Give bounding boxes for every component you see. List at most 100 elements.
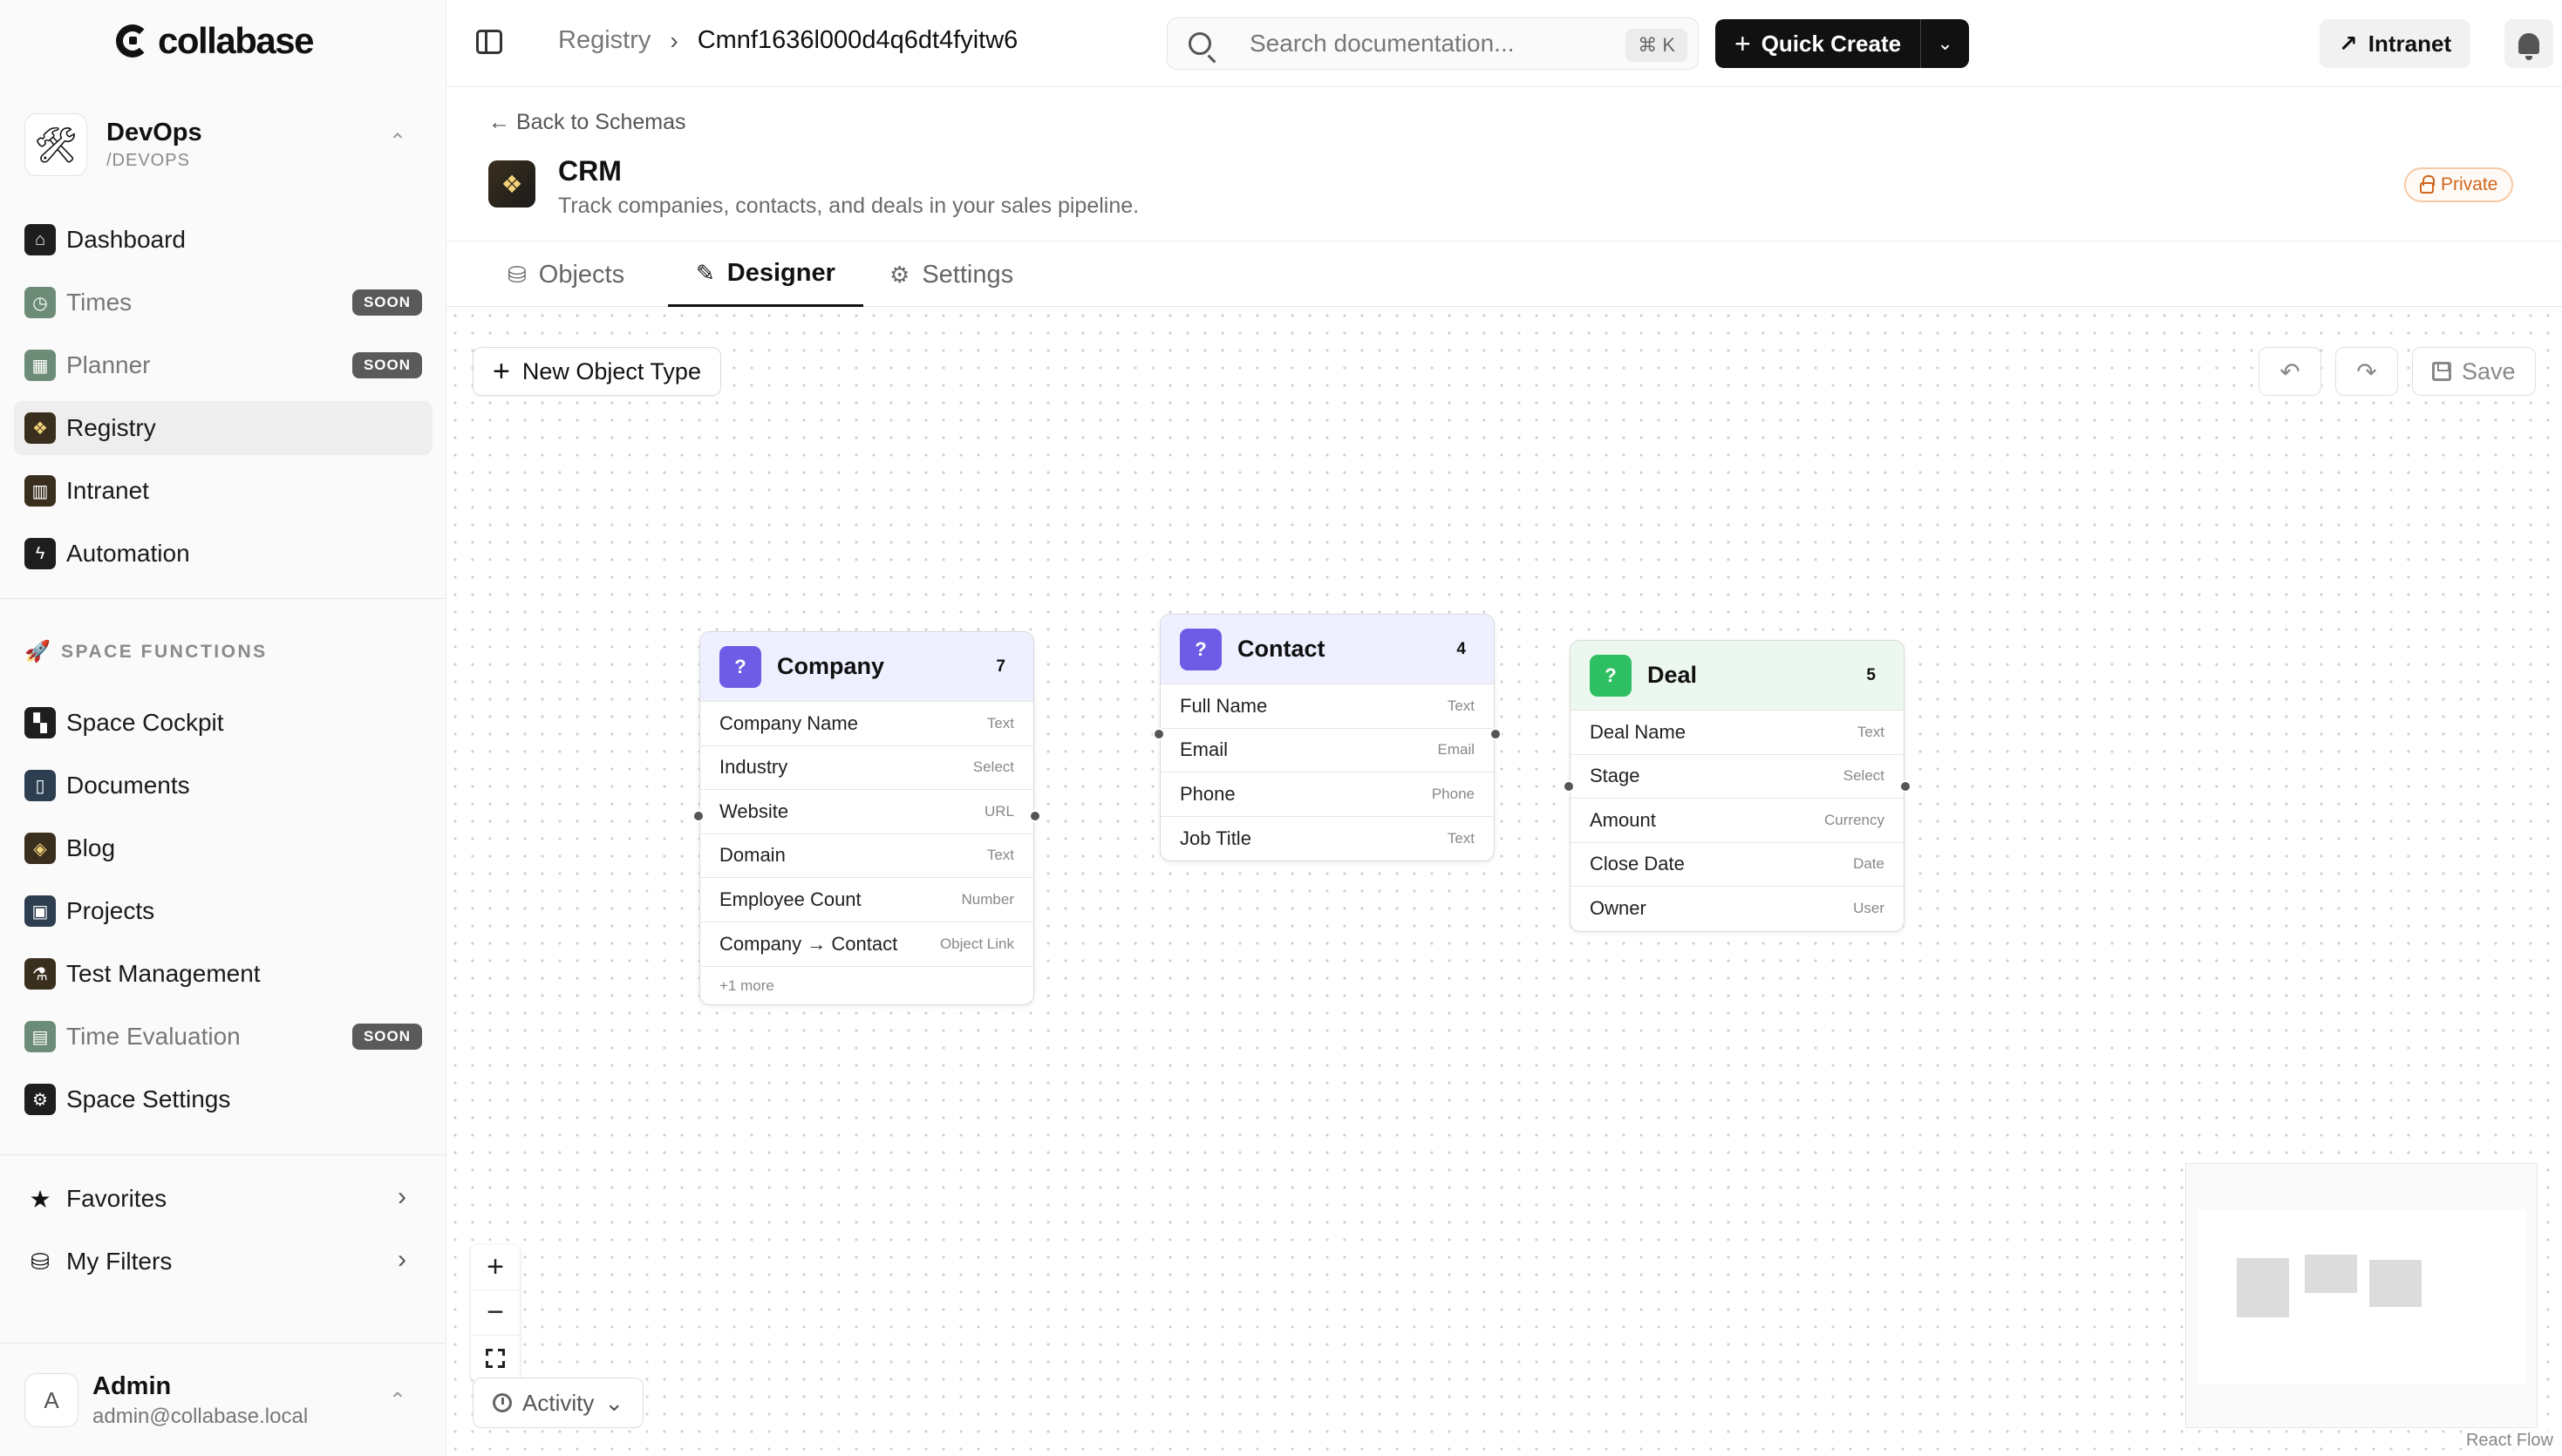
- connection-handle-left[interactable]: [1563, 780, 1575, 793]
- tabs: ⛁ Objects ✎ Designer ⚙ Settings: [446, 241, 2562, 308]
- field-type: Text: [1447, 697, 1475, 714]
- nav-dashboard[interactable]: ⌂ Dashboard: [14, 213, 433, 267]
- tab-designer[interactable]: ✎ Designer: [668, 242, 863, 308]
- new-object-type-button[interactable]: + New Object Type: [473, 347, 721, 396]
- calendar-icon: ▦: [24, 350, 56, 381]
- nav-registry[interactable]: ❖ Registry: [14, 401, 433, 455]
- registry-icon: ❖: [24, 412, 56, 444]
- nav-favorites[interactable]: ★ Favorites ›: [14, 1172, 433, 1226]
- tab-settings[interactable]: ⚙ Settings: [862, 242, 1041, 308]
- field-name: Email: [1180, 738, 1229, 761]
- nav-documents[interactable]: ▯ Documents: [14, 759, 433, 813]
- redo-button[interactable]: ↷: [2335, 347, 2398, 396]
- nav-test-management[interactable]: ⚗ Test Management: [14, 947, 433, 1001]
- keyboard-shortcut: ⌘ K: [1625, 29, 1687, 62]
- zoom-in-button[interactable]: +: [471, 1245, 520, 1290]
- connection-handle-right[interactable]: [1489, 728, 1502, 740]
- quick-create-button[interactable]: + Quick Create: [1715, 19, 1921, 68]
- node-name: Company: [777, 653, 885, 679]
- nav-label: Planner: [66, 351, 151, 378]
- field-type: Text: [1447, 829, 1475, 847]
- breadcrumb-registry[interactable]: Registry: [558, 26, 651, 55]
- save-button[interactable]: Save: [2412, 347, 2536, 396]
- nav-automation[interactable]: ϟ Automation: [14, 527, 433, 581]
- workspace-name: DevOps: [106, 119, 202, 146]
- top-bar: Registry › Cmnf1636l000d4q6dt4fyitw6 Sea…: [446, 0, 2562, 87]
- quick-create-dropdown[interactable]: ⌄: [1920, 19, 1970, 68]
- nav-projects[interactable]: ▣ Projects: [14, 884, 433, 938]
- node-contact[interactable]: ? Contact 4 Full Name Text Email Email Pho…: [1153, 614, 1502, 861]
- nav-times[interactable]: ◷ Times SOON: [14, 276, 433, 330]
- field-type: Select: [1843, 767, 1884, 785]
- chevrons-up-down-icon: ⌃: [388, 130, 406, 153]
- nav-blog[interactable]: ◈ Blog: [14, 821, 433, 875]
- field-row: Close Date Date: [1571, 843, 1904, 887]
- home-icon: ⌂: [24, 224, 56, 255]
- more-fields-link[interactable]: +1 more: [700, 966, 1033, 1004]
- intranet-button[interactable]: ↗ Intranet: [2320, 19, 2471, 68]
- search-input[interactable]: Search documentation... ⌘ K: [1167, 17, 1699, 70]
- app-logo[interactable]: collabase: [116, 19, 314, 63]
- field-name: Amount: [1590, 808, 1656, 831]
- field-type: Number: [961, 890, 1014, 908]
- minimap-viewport: [2198, 1209, 2526, 1384]
- breadcrumb: Registry › Cmnf1636l000d4q6dt4fyitw6: [558, 26, 1018, 55]
- soon-badge: SOON: [351, 352, 422, 378]
- undo-button[interactable]: ↶: [2259, 347, 2321, 396]
- field-row: Deal Name Text: [1571, 711, 1904, 755]
- undo-icon: ↶: [2279, 357, 2300, 385]
- tab-objects[interactable]: ⛁ Objects: [480, 242, 652, 308]
- nav-intranet[interactable]: ▥ Intranet: [14, 464, 433, 518]
- back-to-schemas-link[interactable]: ← Back to Schemas: [488, 110, 685, 135]
- field-row: Full Name Text: [1161, 684, 1494, 729]
- connection-handle-left[interactable]: [1153, 728, 1165, 740]
- zoom-out-button[interactable]: −: [471, 1290, 520, 1336]
- field-type: Text: [986, 847, 1014, 864]
- minimap-node: [2237, 1258, 2289, 1317]
- field-type: Email: [1437, 741, 1475, 759]
- sidebar-toggle-icon[interactable]: [476, 30, 502, 54]
- minimap[interactable]: [2185, 1163, 2538, 1428]
- connection-handle-right[interactable]: [1029, 810, 1041, 822]
- react-flow-attribution[interactable]: React Flow: [2462, 1429, 2557, 1453]
- field-type: Phone: [1431, 785, 1475, 802]
- tab-label: Designer: [726, 258, 835, 287]
- field-row: Stage Select: [1571, 755, 1904, 799]
- tab-label: Objects: [538, 260, 625, 289]
- field-name: Close Date: [1590, 853, 1685, 875]
- activity-button[interactable]: Activity ⌄: [473, 1378, 644, 1428]
- search-icon: [1189, 32, 1211, 55]
- nav-planner[interactable]: ▦ Planner SOON: [14, 338, 433, 392]
- field-name: Owner: [1590, 897, 1646, 920]
- connection-handle-left[interactable]: [692, 810, 705, 822]
- quick-create-label: Quick Create: [1761, 30, 1902, 57]
- user-menu[interactable]: A Admin admin@collabase.local ⌃: [24, 1369, 422, 1432]
- back-link-text: Back to Schemas: [515, 110, 686, 134]
- node-header: ? Deal 5: [1571, 641, 1904, 711]
- zoom-controls: + −: [471, 1245, 520, 1381]
- nav-my-filters[interactable]: ⛁ My Filters ›: [14, 1235, 433, 1289]
- nav-space-cockpit[interactable]: ▚ Space Cockpit: [14, 696, 433, 750]
- fit-view-button[interactable]: [471, 1336, 520, 1381]
- connection-handle-right[interactable]: [1899, 780, 1911, 793]
- nav-label: Times: [66, 289, 133, 316]
- field-row: Website URL: [700, 790, 1033, 834]
- user-name: Admin: [92, 1371, 172, 1400]
- page-description: Track companies, contacts, and deals in …: [558, 194, 1140, 218]
- logo-text: collabase: [158, 20, 314, 61]
- field-count: 5: [1866, 665, 1876, 684]
- field-name: Domain: [719, 844, 786, 867]
- workspace-switcher[interactable]: 🛠 DevOps /DEVOPS ⌃: [24, 110, 422, 180]
- section-label-space-functions: 🚀 SPACE FUNCTIONS: [24, 640, 268, 664]
- visibility-label: Private: [2441, 174, 2498, 194]
- notifications-button[interactable]: [2504, 19, 2553, 68]
- node-deal[interactable]: ? Deal 5 Deal Name Text Stage Select Amoun…: [1563, 640, 1911, 932]
- sidebar-divider: [0, 598, 446, 599]
- field-name: Job Title: [1180, 827, 1251, 849]
- field-row: Owner User: [1571, 887, 1904, 931]
- nav-time-evaluation[interactable]: ▤ Time Evaluation SOON: [14, 1010, 433, 1064]
- node-company[interactable]: ? Company 7 Company Name Text Industry Sel…: [692, 631, 1041, 1005]
- chevron-right-icon: ›: [398, 1182, 406, 1211]
- activity-label: Activity: [522, 1389, 595, 1416]
- nav-space-settings[interactable]: ⚙ Space Settings: [14, 1072, 433, 1126]
